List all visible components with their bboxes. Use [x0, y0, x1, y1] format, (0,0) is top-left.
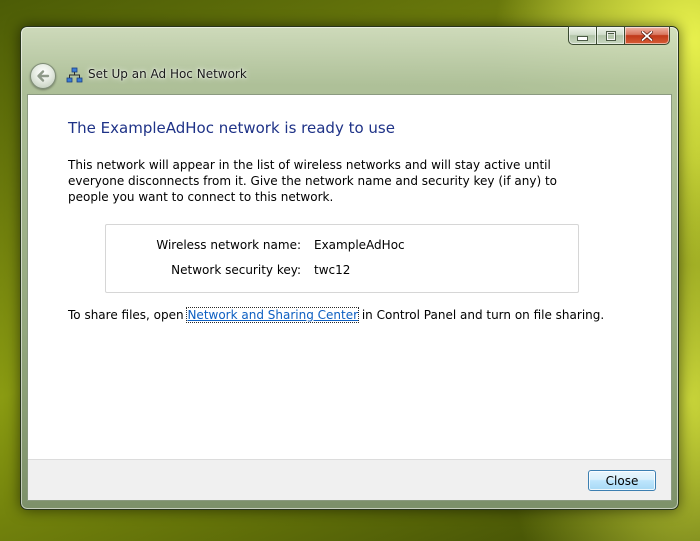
window-title: Set Up an Ad Hoc Network	[88, 67, 247, 81]
network-icon	[66, 67, 83, 83]
dialog-window: Set Up an Ad Hoc Network The ExampleAdHo…	[20, 26, 679, 510]
minimize-button[interactable]	[568, 26, 596, 45]
minimize-icon	[577, 36, 588, 41]
maximize-button[interactable]	[596, 26, 624, 45]
security-key-label: Network security key:	[171, 263, 301, 277]
close-button[interactable]: Close	[588, 470, 656, 491]
share-suffix: in Control Panel and turn on file sharin…	[358, 308, 605, 322]
security-key-value: twc12	[314, 263, 351, 277]
network-details-box: Wireless network name: ExampleAdHoc Netw…	[105, 224, 579, 293]
share-instructions: To share files, open Network and Sharing…	[68, 307, 605, 323]
close-x-icon	[641, 30, 653, 41]
network-name-label: Wireless network name:	[156, 238, 301, 252]
network-sharing-center-link[interactable]: Network and Sharing Center	[186, 307, 360, 323]
share-prefix: To share files, open	[68, 308, 188, 322]
client-area: The ExampleAdHoc network is ready to use…	[27, 94, 672, 501]
window-close-button[interactable]	[624, 26, 670, 45]
back-arrow-icon	[37, 70, 50, 82]
network-name-value: ExampleAdHoc	[314, 238, 405, 252]
description-text: This network will appear in the list of …	[68, 158, 557, 204]
maximize-icon	[605, 30, 616, 41]
dialog-footer: Close	[28, 459, 671, 500]
caption-buttons	[568, 26, 670, 46]
page-heading: The ExampleAdHoc network is ready to use	[68, 119, 395, 137]
back-button[interactable]	[30, 63, 56, 89]
